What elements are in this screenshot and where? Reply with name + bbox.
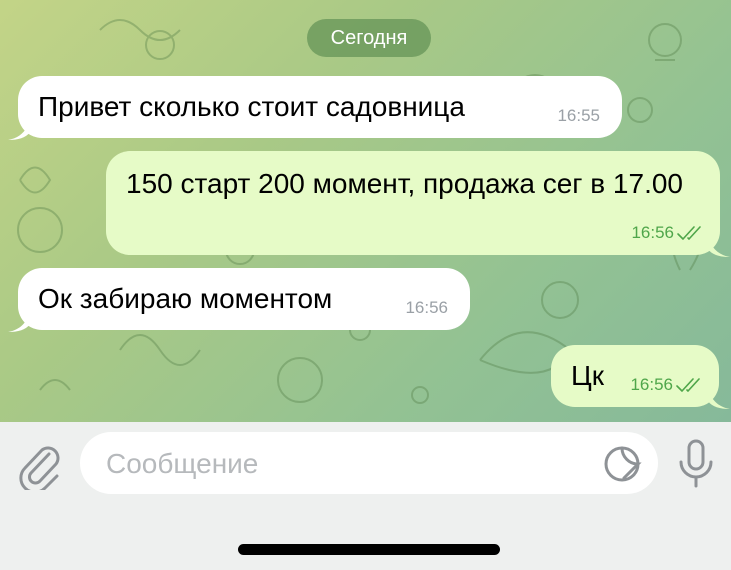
sticker-icon[interactable] [602, 444, 642, 484]
message-input-field[interactable] [80, 432, 658, 494]
message-time: 16:55 [557, 106, 600, 125]
double-check-icon [677, 226, 701, 240]
double-check-icon [676, 378, 700, 392]
message-time: 16:56 [405, 298, 448, 317]
date-divider: Сегодня [307, 19, 431, 57]
message-text: Привет сколько стоит садовница [38, 91, 465, 122]
message-bubble-incoming[interactable]: Привет сколько стоит садовница 16:55 [18, 76, 622, 138]
chat-screen: Сегодня Привет сколько стоит садовница 1… [0, 0, 731, 570]
message-bubble-incoming[interactable]: Ок забираю моментом 16:56 [18, 268, 470, 330]
message-bubble-outgoing[interactable]: Цк 16:56 [551, 345, 719, 407]
paperclip-icon[interactable] [16, 440, 62, 490]
message-time: 16:56 [631, 223, 674, 242]
message-text: Цк [571, 360, 604, 391]
message-bubble-outgoing[interactable]: 150 старт 200 момент, продажа сег в 17.0… [106, 151, 720, 255]
microphone-icon[interactable] [676, 438, 716, 490]
message-input[interactable] [104, 440, 588, 488]
home-indicator[interactable] [238, 544, 500, 555]
message-time: 16:56 [630, 375, 673, 394]
message-text: Ок забираю моментом [38, 283, 333, 314]
message-text: 150 старт 200 момент, продажа сег в 17.0… [126, 168, 683, 199]
